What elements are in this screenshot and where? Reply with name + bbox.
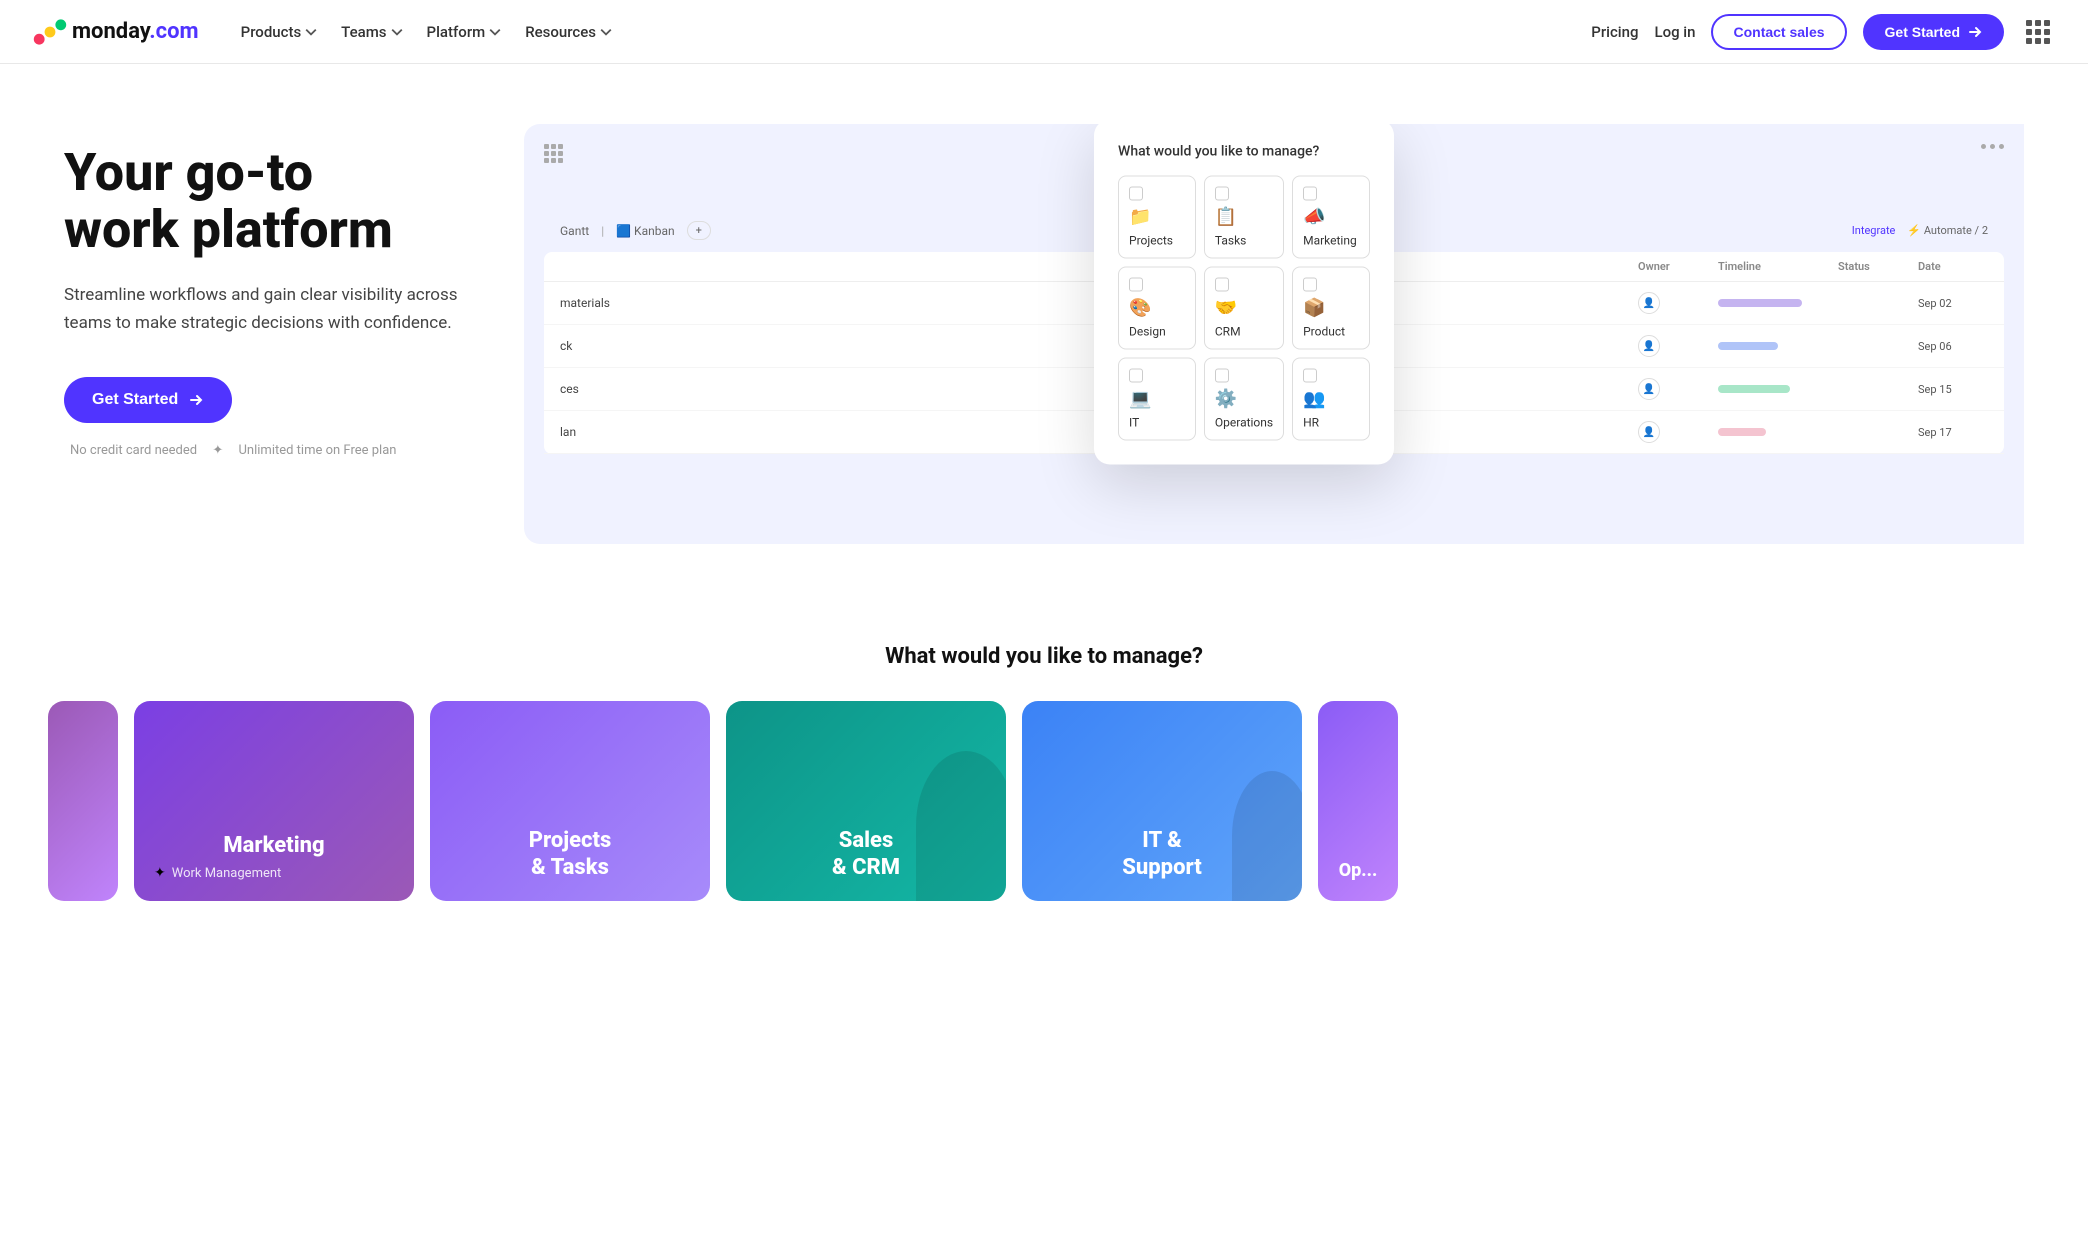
hero-note: No credit card needed ✦ Unlimited time o… [64,443,544,458]
hr-icon: 👥 [1303,389,1325,410]
card-sales-crm[interactable]: Sales& CRM [726,701,1006,901]
arrow-right-icon [1968,25,1982,39]
marketing-icon: 📣 [1303,207,1325,228]
modal-question: What would you like to manage? [1118,144,1370,160]
modal-item-projects[interactable]: 📁 Projects [1118,176,1196,259]
kanban-tab[interactable]: 🟦 Kanban [616,224,675,238]
product-icon: 📦 [1303,298,1325,319]
modal-item-design[interactable]: 🎨 Design [1118,267,1196,350]
checkbox[interactable] [1129,187,1143,201]
logo[interactable]: monday.com [32,14,199,50]
get-started-button-hero[interactable]: Get Started [64,377,232,423]
nav-items: Products Teams Platform Resources [231,15,622,49]
timeline-bar [1718,385,1790,393]
timeline-bar [1718,299,1802,307]
arrow-right-icon [188,392,204,408]
hero-description: Streamline workflows and gain clear visi… [64,282,464,336]
logo-text: monday.com [72,19,199,44]
navbar: monday.com Products Teams Platform Resou… [0,0,2088,64]
modal-grid: 📁 Projects 📋 Tasks 📣 Marketing [1118,176,1370,441]
checkbox[interactable] [1129,278,1143,292]
avatar: 👤 [1638,378,1660,400]
nav-resources[interactable]: Resources [515,15,622,49]
gantt-tab[interactable]: Gantt [560,224,589,238]
chevron-down-icon [489,26,501,38]
modal-item-operations[interactable]: ⚙️ Operations [1204,358,1284,441]
modal-item-tasks[interactable]: 📋 Tasks [1204,176,1284,259]
operations-icon: ⚙️ [1215,389,1237,410]
pricing-link[interactable]: Pricing [1591,23,1638,41]
checkbox[interactable] [1129,369,1143,383]
more-options-icon[interactable] [1981,144,2004,149]
hero-left: Your go-to work platform Streamline work… [64,124,544,458]
design-icon: 🎨 [1129,298,1151,319]
modal-item-marketing[interactable]: 📣 Marketing [1292,176,1370,259]
chevron-down-icon [391,26,403,38]
card-it-support[interactable]: IT &Support [1022,701,1302,901]
timeline-bar [1718,428,1766,436]
timeline-bar [1718,342,1778,350]
modal-item-crm[interactable]: 🤝 CRM [1204,267,1284,350]
chevron-down-icon [600,26,612,38]
hero-title: Your go-to work platform [64,144,544,258]
contact-sales-button[interactable]: Contact sales [1711,14,1846,50]
card-projects-tasks[interactable]: Projects& Tasks [430,701,710,901]
modal-item-product[interactable]: 📦 Product [1292,267,1370,350]
avatar: 👤 [1638,421,1660,443]
chevron-down-icon [305,26,317,38]
checkbox[interactable] [1215,278,1229,292]
nav-platform[interactable]: Platform [417,15,512,49]
manage-modal: What would you like to manage? 📁 Project… [1094,124,1394,465]
card-marketing[interactable]: Marketing ✦ Work Management [134,701,414,901]
automate-button[interactable]: ⚡ Automate / 2 [1907,224,1988,237]
crm-icon: 🤝 [1215,298,1237,319]
cards-row: Marketing ✦ Work Management Projects& Ta… [40,701,2048,901]
login-link[interactable]: Log in [1654,23,1695,41]
it-icon: 💻 [1129,389,1151,410]
checkbox[interactable] [1215,187,1229,201]
avatar: 👤 [1638,335,1660,357]
manage-title: What would you like to manage? [40,644,2048,669]
avatar: 👤 [1638,292,1660,314]
manage-section: What would you like to manage? Marketing… [0,584,2088,921]
dashboard-mockup: Team planning Gantt | 🟦 Kanban + Integra… [524,124,2024,544]
integrate-button[interactable]: Integrate [1852,224,1896,237]
hero-section: Your go-to work platform Streamline work… [0,64,2088,584]
navbar-left: monday.com Products Teams Platform Resou… [32,14,622,50]
card-partial-right[interactable]: Op... [1318,701,1398,901]
projects-icon: 📁 [1129,207,1151,228]
checkbox[interactable] [1303,369,1317,383]
get-started-button-nav[interactable]: Get Started [1863,14,2004,50]
checkbox[interactable] [1215,369,1229,383]
navbar-right: Pricing Log in Contact sales Get Started [1591,14,2056,50]
apps-grid-icon[interactable] [2020,14,2056,50]
nav-teams[interactable]: Teams [331,15,412,49]
hero-right: Team planning Gantt | 🟦 Kanban + Integra… [524,124,2024,544]
modal-item-hr[interactable]: 👥 HR [1292,358,1370,441]
card-partial-left[interactable] [48,701,118,901]
tasks-icon: 📋 [1215,207,1237,228]
nav-products[interactable]: Products [231,15,328,49]
modal-item-it[interactable]: 💻 IT [1118,358,1196,441]
work-management-icon: ✦ [154,865,166,881]
checkbox[interactable] [1303,187,1317,201]
dashboard-grid-icon [544,144,563,163]
checkbox[interactable] [1303,278,1317,292]
add-view-button[interactable]: + [687,221,711,240]
logo-icon [32,14,68,50]
